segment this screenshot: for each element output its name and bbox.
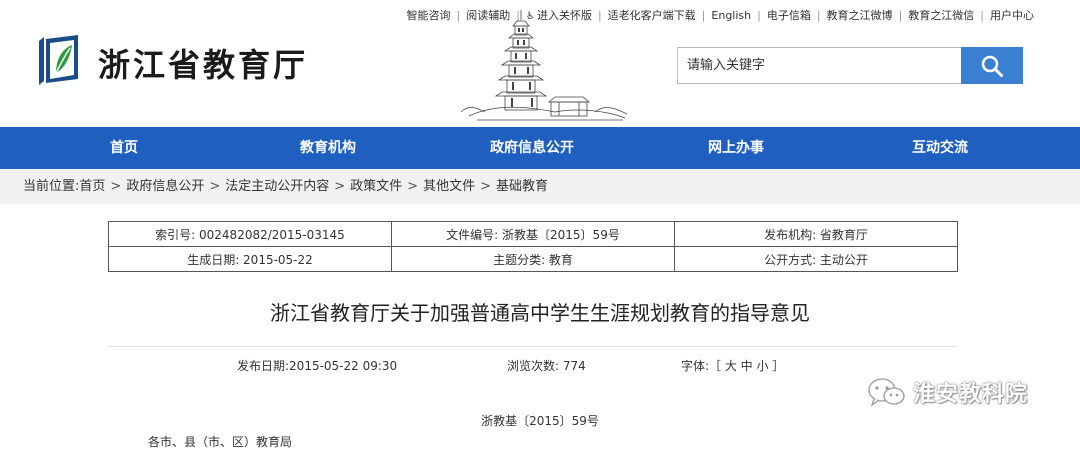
breadcrumb-arrow: > bbox=[334, 179, 346, 194]
breadcrumb-arrow: > bbox=[110, 179, 122, 194]
article-body-first-line: 各市、县（市、区）教育局 bbox=[148, 435, 293, 449]
meta-topic: 主题分类: 教育 bbox=[391, 246, 675, 272]
search-input[interactable] bbox=[678, 48, 957, 83]
breadcrumb-gov-info[interactable]: 政府信息公开 bbox=[126, 179, 204, 194]
top-link-english[interactable]: English bbox=[711, 9, 751, 22]
meta-disclosure: 公开方式: 主动公开 bbox=[674, 246, 958, 272]
document-meta-table: 索引号: 002482082/2015-03145 文件编号: 浙教基〔2015… bbox=[108, 221, 958, 272]
breadcrumb-policy[interactable]: 政策文件 bbox=[350, 179, 402, 194]
site-title: 浙江省教育厅 bbox=[98, 46, 309, 84]
breadcrumb-basic-edu[interactable]: 基础教育 bbox=[496, 179, 548, 194]
separator: | bbox=[701, 9, 706, 22]
table-row: 索引号: 002482082/2015-03145 文件编号: 浙教基〔2015… bbox=[108, 221, 958, 247]
nav-item-online-service[interactable]: 网上办事 bbox=[708, 127, 764, 169]
nav-item-gov-info[interactable]: 政府信息公开 bbox=[490, 127, 574, 169]
separator: | bbox=[898, 9, 903, 22]
separator: | bbox=[816, 9, 821, 22]
watermark-text: 淮安教科院 bbox=[913, 382, 1029, 407]
meta-index-no: 索引号: 002482082/2015-03145 bbox=[108, 221, 392, 247]
table-row: 生成日期: 2015-05-22 主题分类: 教育 公开方式: 主动公开 bbox=[108, 246, 958, 272]
search-icon bbox=[981, 55, 1003, 77]
font-size-control[interactable]: 字体:［ 大 中 小 ］ bbox=[681, 357, 784, 374]
nav-item-home[interactable]: 首页 bbox=[110, 127, 138, 169]
breadcrumb-arrow: > bbox=[209, 179, 221, 194]
meta-file-no: 文件编号: 浙教基〔2015〕59号 bbox=[391, 221, 675, 247]
breadcrumb-arrow: > bbox=[407, 179, 419, 194]
top-link-wechat[interactable]: 教育之江微信 bbox=[908, 9, 974, 22]
nav-item-interaction[interactable]: 互动交流 bbox=[912, 127, 968, 169]
nav-item-institutions[interactable]: 教育机构 bbox=[300, 127, 356, 169]
top-link-user-center[interactable]: 用户中心 bbox=[990, 9, 1034, 22]
article-title: 浙江省教育厅关于加强普通高中学生生涯规划教育的指导意见 bbox=[270, 301, 810, 325]
meta-created: 生成日期: 2015-05-22 bbox=[108, 246, 392, 272]
top-link-smart-consult[interactable]: 智能咨询 bbox=[407, 9, 451, 22]
wechat-watermark: 淮安教科院 bbox=[867, 376, 1028, 408]
separator: | bbox=[757, 9, 761, 22]
breadcrumb-arrow: > bbox=[480, 179, 491, 194]
top-link-email[interactable]: 电子信箱 bbox=[767, 9, 811, 22]
pagoda-illustration bbox=[460, 10, 628, 121]
main-nav: 首页 教育机构 政府信息公开 网上办事 互动交流 bbox=[0, 127, 1080, 169]
divider bbox=[108, 346, 958, 347]
logo-icon[interactable] bbox=[34, 33, 80, 87]
publish-date: 发布日期:2015-05-22 09:30 bbox=[237, 359, 398, 373]
view-count: 浏览次数: 774 bbox=[507, 359, 586, 373]
wechat-icon bbox=[868, 378, 905, 407]
breadcrumb-other[interactable]: 其他文件 bbox=[423, 179, 475, 194]
breadcrumb-prefix: 当前位置: bbox=[23, 179, 80, 194]
breadcrumb: 当前位置:首页 > 政府信息公开 > 法定主动公开内容 > 政策文件 > 其他文件 > 基础教育 bbox=[0, 169, 1080, 204]
meta-publisher: 发布机构: 省教育厅 bbox=[674, 221, 958, 247]
search-box bbox=[677, 47, 962, 84]
doc-number: 浙教基〔2015〕59号 bbox=[481, 414, 599, 428]
breadcrumb-home[interactable]: 首页 bbox=[79, 179, 105, 194]
breadcrumb-statutory[interactable]: 法定主动公开内容 bbox=[225, 179, 329, 194]
top-link-weibo[interactable]: 教育之江微博 bbox=[827, 9, 893, 22]
search-button[interactable] bbox=[961, 47, 1023, 84]
separator: | bbox=[980, 9, 984, 22]
